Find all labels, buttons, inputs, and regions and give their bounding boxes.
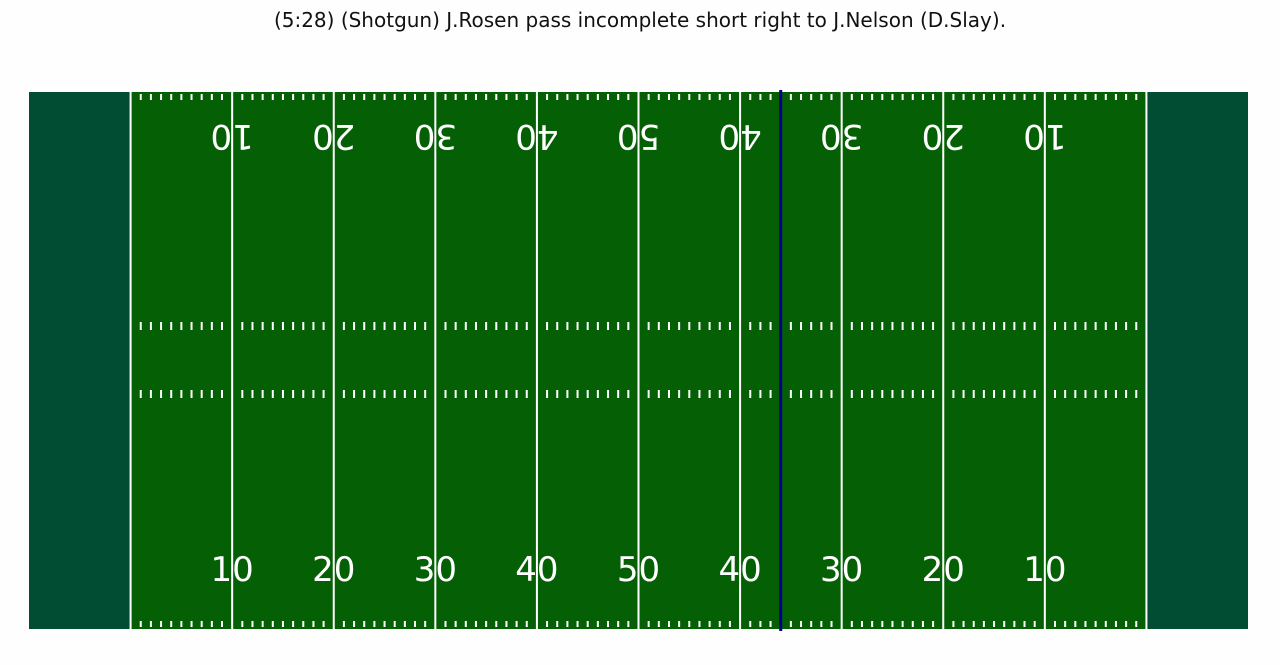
yard-number-bottom: 20: [312, 550, 355, 590]
yard-number-top: 40: [515, 116, 558, 156]
yard-number-top: 10: [211, 116, 254, 156]
left-endzone: [29, 92, 131, 629]
yard-numbers-bottom: 10 20 30 40 50 40 30 20 10: [211, 550, 1067, 590]
yard-number-bottom: 10: [1023, 550, 1066, 590]
yard-number-bottom: 50: [617, 550, 660, 590]
yard-number-top: 30: [414, 116, 457, 156]
yard-number-bottom: 40: [515, 550, 558, 590]
yard-number-bottom: 30: [414, 550, 457, 590]
yard-number-top: 20: [922, 116, 965, 156]
yard-number-bottom: 10: [211, 550, 254, 590]
yard-number-bottom: 30: [820, 550, 863, 590]
yard-number-top: 30: [820, 116, 863, 156]
yard-numbers-top: 10 20 30 40 50 40 30 20 10: [211, 116, 1067, 156]
yard-number-bottom: 20: [922, 550, 965, 590]
yard-number-top: 50: [617, 116, 660, 156]
right-endzone: [1146, 92, 1248, 629]
yard-number-top: 20: [312, 116, 355, 156]
yard-number-top: 40: [718, 116, 761, 156]
yard-number-top: 10: [1023, 116, 1066, 156]
yard-number-bottom: 40: [718, 550, 761, 590]
football-field: 10 20 30 40 50 40 30 20 10 10 20 30 40 50 40 30 20 10: [29, 90, 1248, 631]
